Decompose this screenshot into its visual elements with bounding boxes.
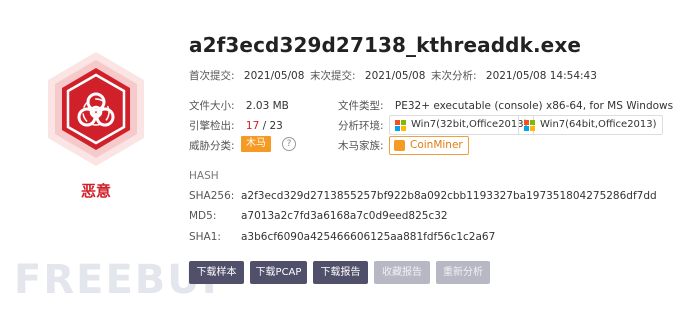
size-value: 2.03 MB [245,100,289,112]
threat-row: 威胁分类: [189,138,235,153]
sha256-value: a2f3ecd329d2713855257bf922b8a092cbb11933… [241,190,657,202]
threat-tag: 木马 [241,136,271,152]
family-row: 木马家族: [338,138,384,153]
env-label: 分析环境: [338,120,384,132]
sha1-row: SHA1: [189,231,221,243]
last-submit-row: 末次提交: 2021/05/08 [310,68,425,83]
type-label: 文件类型: [338,100,384,112]
sha1-label: SHA1: [189,231,221,243]
file-name-title: a2f3ecd329d27138_kthreaddk.exe [189,33,581,57]
windows-flag-icon [524,120,535,131]
reanalyze-button[interactable]: 重新分析 [436,261,490,284]
download-sample-button[interactable]: 下载样本 [189,261,244,284]
biohazard-icon [48,52,144,166]
family-label: 木马家族: [338,140,384,152]
type-row: 文件类型: PE32+ executable (console) x86-64,… [338,98,673,113]
env-chip-win7-64[interactable]: Win7(64bit,Office2013) [518,115,663,135]
size-label: 文件大小: [189,100,235,112]
last-submit-value: 2021/05/08 [364,70,426,82]
env-chip-label: Win7(32bit,Office2013) [411,119,528,130]
env-chip-win7-32[interactable]: Win7(32bit,Office2013) [389,115,534,135]
env-chip-label: Win7(64bit,Office2013) [540,119,657,130]
size-row: 文件大小: 2.03 MB [189,98,289,113]
first-submit-row: 首次提交: 2021/05/08 [189,68,304,83]
md5-row: MD5: [189,210,216,222]
download-report-button[interactable]: 下载报告 [313,261,368,284]
first-submit-label: 首次提交: [189,70,235,82]
last-submit-label: 末次提交: [310,70,356,82]
engine-total: 23 [269,120,283,132]
download-pcap-button[interactable]: 下载PCAP [250,261,307,284]
last-analysis-value: 2021/05/08 14:54:43 [485,70,597,82]
threat-label: 威胁分类: [189,140,235,152]
last-analysis-label: 末次分析: [431,70,477,82]
engine-hits: 17 [245,120,260,132]
sha256-label: SHA256: [189,190,235,202]
family-tag[interactable]: CoinMiner [389,136,469,155]
md5-value: a7013a2c7fd3a6168a7c0d9eed825c32 [241,210,448,222]
sha1-value: a3b6cf6090a425466606125aa881fdf56c1c2a67 [241,231,496,243]
md5-label: MD5: [189,210,217,222]
collect-report-button[interactable]: 收藏报告 [374,261,430,284]
windows-flag-icon [395,120,406,131]
engine-separator: / [259,120,270,132]
question-circle-icon[interactable]: ? [282,137,296,151]
type-value: PE32+ executable (console) x86-64, for M… [394,100,674,112]
engine-label: 引擎检出: [189,120,235,132]
last-analysis-row: 末次分析: 2021/05/08 14:54:43 [431,68,597,83]
hash-heading: HASH [189,170,219,182]
engine-row: 引擎检出: 17 / 23 [189,118,283,133]
env-row: 分析环境: [338,118,384,133]
first-submit-value: 2021/05/08 [243,70,305,82]
sha256-row: SHA256: [189,190,234,202]
coinminer-icon [394,140,405,151]
family-tag-label: CoinMiner [410,139,463,151]
malicious-badge [36,50,156,168]
verdict-label: 恶意 [80,182,111,200]
